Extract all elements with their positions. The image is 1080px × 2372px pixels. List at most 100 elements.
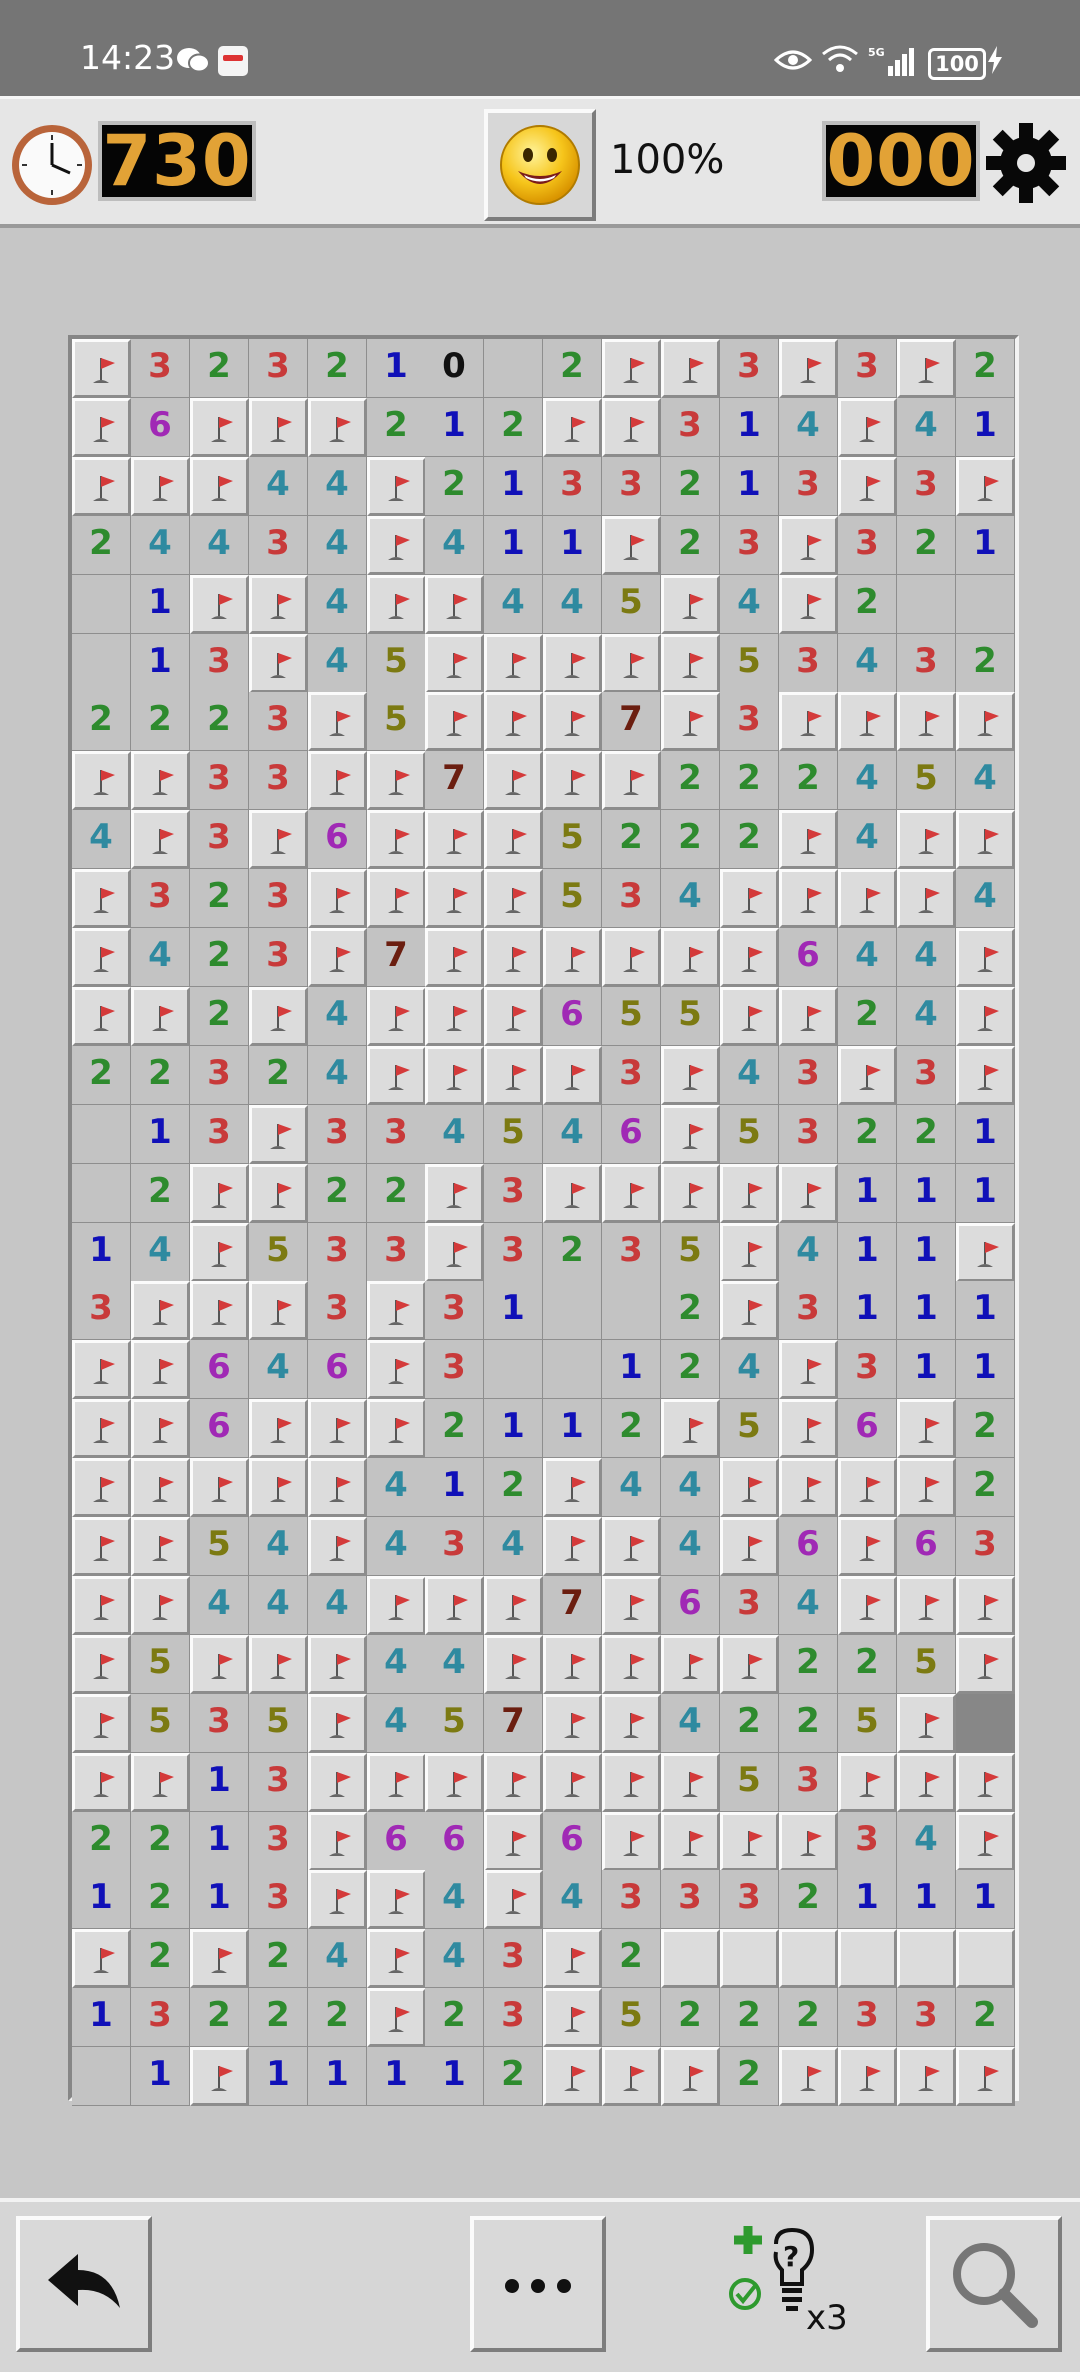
flagged-tile[interactable] xyxy=(72,457,131,516)
number-tile[interactable]: 2 xyxy=(308,1988,367,2047)
covered-tile[interactable] xyxy=(897,1929,956,1988)
number-tile[interactable]: 1 xyxy=(308,2047,367,2106)
number-tile[interactable]: 4 xyxy=(720,575,779,634)
number-tile[interactable]: 5 xyxy=(838,1694,897,1753)
number-tile[interactable]: 4 xyxy=(956,751,1015,810)
number-tile[interactable]: 1 xyxy=(72,1870,131,1929)
number-tile[interactable]: 5 xyxy=(602,987,661,1046)
number-tile[interactable]: 4 xyxy=(779,1223,838,1282)
flagged-tile[interactable] xyxy=(308,1399,367,1458)
flagged-tile[interactable] xyxy=(484,1753,543,1812)
flagged-tile[interactable] xyxy=(367,457,426,516)
flagged-tile[interactable] xyxy=(661,1164,720,1223)
flagged-tile[interactable] xyxy=(543,1046,602,1105)
number-tile[interactable]: 1 xyxy=(131,1105,190,1164)
flagged-tile[interactable] xyxy=(425,869,484,928)
flagged-tile[interactable] xyxy=(661,634,720,693)
number-tile[interactable]: 5 xyxy=(720,1753,779,1812)
number-tile[interactable]: 4 xyxy=(367,1458,426,1517)
number-tile[interactable]: 6 xyxy=(779,928,838,987)
number-tile[interactable]: 2 xyxy=(838,575,897,634)
flagged-tile[interactable] xyxy=(779,2047,838,2106)
flagged-tile[interactable] xyxy=(602,398,661,457)
number-tile[interactable]: 2 xyxy=(838,1635,897,1694)
number-tile[interactable]: 5 xyxy=(897,1635,956,1694)
number-tile[interactable]: 2 xyxy=(720,1988,779,2047)
flagged-tile[interactable] xyxy=(249,810,308,869)
flagged-tile[interactable] xyxy=(956,810,1015,869)
flagged-tile[interactable] xyxy=(779,1458,838,1517)
flagged-tile[interactable] xyxy=(956,1576,1015,1635)
number-tile[interactable]: 2 xyxy=(131,1929,190,1988)
number-tile[interactable]: 2 xyxy=(661,751,720,810)
number-tile[interactable]: 2 xyxy=(367,1164,426,1223)
flagged-tile[interactable] xyxy=(779,869,838,928)
number-tile[interactable]: 4 xyxy=(249,1517,308,1576)
flagged-tile[interactable] xyxy=(72,1694,131,1753)
number-tile[interactable]: 3 xyxy=(484,1929,543,1988)
flagged-tile[interactable] xyxy=(308,1812,367,1871)
number-tile[interactable]: 1 xyxy=(249,2047,308,2106)
flagged-tile[interactable] xyxy=(779,810,838,869)
flagged-tile[interactable] xyxy=(72,398,131,457)
number-tile[interactable]: 4 xyxy=(131,928,190,987)
number-tile[interactable]: 1 xyxy=(956,1105,1015,1164)
covered-tile[interactable] xyxy=(956,1929,1015,1988)
number-tile[interactable]: 2 xyxy=(190,692,249,751)
flagged-tile[interactable] xyxy=(956,1223,1015,1282)
number-tile[interactable]: 2 xyxy=(779,1988,838,2047)
number-tile[interactable]: 1 xyxy=(897,1340,956,1399)
flagged-tile[interactable] xyxy=(131,1576,190,1635)
flagged-tile[interactable] xyxy=(897,869,956,928)
flagged-tile[interactable] xyxy=(484,1635,543,1694)
flagged-tile[interactable] xyxy=(367,869,426,928)
number-tile[interactable]: 2 xyxy=(779,1635,838,1694)
flagged-tile[interactable] xyxy=(72,1340,131,1399)
number-tile[interactable]: 3 xyxy=(249,692,308,751)
flagged-tile[interactable] xyxy=(72,869,131,928)
number-tile[interactable]: 2 xyxy=(838,987,897,1046)
flagged-tile[interactable] xyxy=(131,751,190,810)
number-tile[interactable]: 4 xyxy=(249,457,308,516)
number-tile[interactable]: 1 xyxy=(72,1988,131,2047)
flagged-tile[interactable] xyxy=(484,1812,543,1871)
flagged-tile[interactable] xyxy=(543,692,602,751)
number-tile[interactable]: 2 xyxy=(720,810,779,869)
flagged-tile[interactable] xyxy=(484,634,543,693)
number-tile[interactable]: 6 xyxy=(131,398,190,457)
undo-button[interactable] xyxy=(16,2216,152,2352)
number-tile[interactable]: 3 xyxy=(779,1753,838,1812)
flagged-tile[interactable] xyxy=(661,575,720,634)
number-tile[interactable]: 2 xyxy=(602,1929,661,1988)
flagged-tile[interactable] xyxy=(779,987,838,1046)
flagged-tile[interactable] xyxy=(543,751,602,810)
number-tile[interactable]: 4 xyxy=(720,1340,779,1399)
number-tile[interactable]: 1 xyxy=(838,1870,897,1929)
number-tile[interactable]: 4 xyxy=(131,1223,190,1282)
flagged-tile[interactable] xyxy=(72,1399,131,1458)
number-tile[interactable]: 3 xyxy=(897,634,956,693)
number-tile[interactable]: 3 xyxy=(779,1046,838,1105)
flagged-tile[interactable] xyxy=(190,1635,249,1694)
number-tile[interactable]: 4 xyxy=(367,1517,426,1576)
number-tile[interactable]: 6 xyxy=(308,810,367,869)
number-tile[interactable]: 2 xyxy=(897,516,956,575)
number-tile[interactable]: 1 xyxy=(484,1399,543,1458)
number-tile[interactable]: 3 xyxy=(131,869,190,928)
number-tile[interactable]: 3 xyxy=(838,516,897,575)
flagged-tile[interactable] xyxy=(190,1281,249,1340)
flagged-tile[interactable] xyxy=(367,1576,426,1635)
flagged-tile[interactable] xyxy=(956,1046,1015,1105)
number-tile[interactable]: 3 xyxy=(249,1812,308,1871)
number-tile[interactable]: 2 xyxy=(956,1399,1015,1458)
number-tile[interactable]: 3 xyxy=(190,1694,249,1753)
flagged-tile[interactable] xyxy=(720,1458,779,1517)
number-tile[interactable]: 1 xyxy=(367,339,426,398)
flagged-tile[interactable] xyxy=(484,1046,543,1105)
flagged-tile[interactable] xyxy=(956,1635,1015,1694)
flagged-tile[interactable] xyxy=(190,398,249,457)
number-tile[interactable]: 4 xyxy=(308,1046,367,1105)
flagged-tile[interactable] xyxy=(602,1164,661,1223)
number-tile[interactable]: 2 xyxy=(72,1812,131,1871)
number-tile[interactable]: 2 xyxy=(661,1988,720,2047)
